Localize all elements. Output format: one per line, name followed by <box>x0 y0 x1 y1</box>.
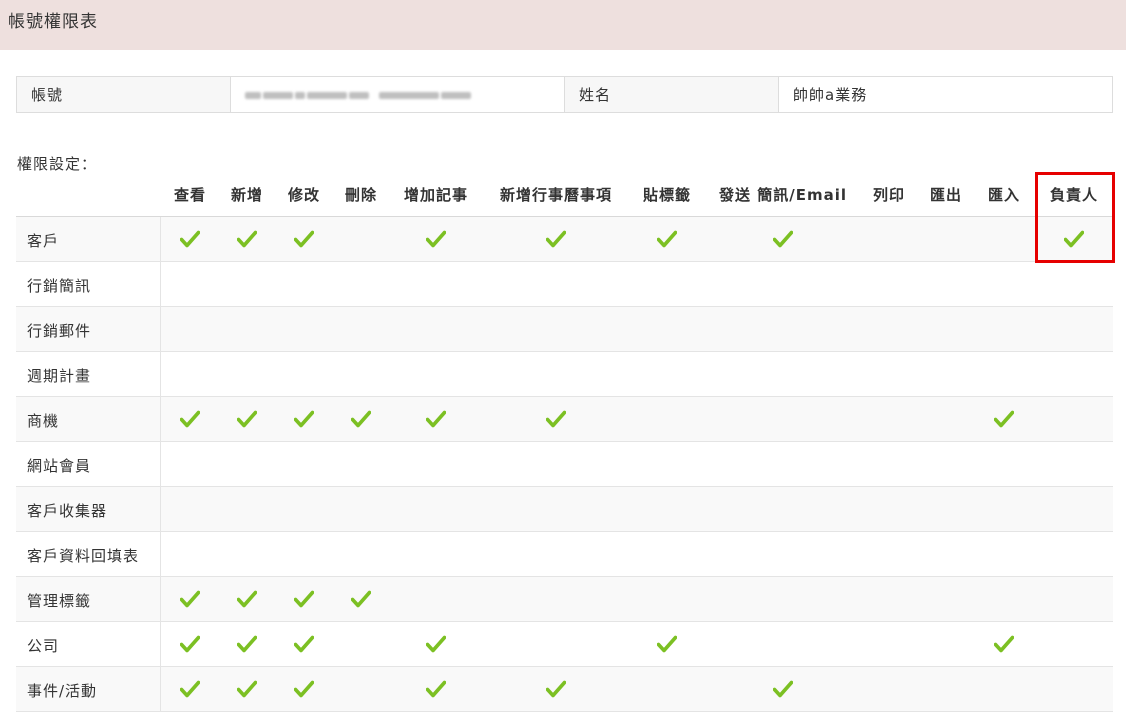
check-icon <box>545 410 567 428</box>
permission-row: 行銷簡訊 <box>16 262 1113 307</box>
check-icon <box>179 410 201 428</box>
check-icon <box>656 635 678 653</box>
permission-row: 事件/活動 <box>16 667 1113 712</box>
permission-row-name: 客戶資料回填表 <box>27 547 140 565</box>
check-icon <box>179 680 201 698</box>
check-icon <box>425 635 447 653</box>
account-value <box>230 76 565 113</box>
row-divider <box>160 667 161 711</box>
check-icon <box>656 230 678 248</box>
permission-row: 公司 <box>16 622 1113 667</box>
check-icon <box>293 590 315 608</box>
account-label: 帳號 <box>16 76 231 113</box>
check-icon <box>179 590 201 608</box>
row-divider <box>160 262 161 306</box>
check-icon <box>179 230 201 248</box>
name-label: 姓名 <box>564 76 779 113</box>
check-icon <box>293 680 315 698</box>
permission-row-name: 事件/活動 <box>27 682 98 700</box>
permission-row: 行銷郵件 <box>16 307 1113 352</box>
check-icon <box>425 230 447 248</box>
row-divider <box>160 577 161 621</box>
check-icon <box>236 680 258 698</box>
row-divider <box>160 622 161 666</box>
page-title: 帳號權限表 <box>8 12 98 32</box>
check-icon <box>993 635 1015 653</box>
column-header: 修改 <box>287 186 321 204</box>
permission-row-name: 公司 <box>27 637 60 655</box>
permission-header-row: 查看 新增 修改 刪除 增加記事 新增行事曆事項 貼標籤 發送 簡訊/Email 列印 匯出 匯入負… <box>16 172 1113 217</box>
check-icon <box>993 410 1015 428</box>
check-icon <box>425 680 447 698</box>
check-icon <box>179 635 201 653</box>
column-header: 刪除 <box>344 186 378 204</box>
check-icon <box>293 410 315 428</box>
permission-row: 週期計畫 <box>16 352 1113 397</box>
permission-row-name: 客戶 <box>27 232 60 250</box>
permission-row-name: 行銷郵件 <box>27 322 92 340</box>
permission-row: 客戶資料回填表 <box>16 532 1113 577</box>
row-divider <box>160 307 161 351</box>
name-value: 帥帥a業務 <box>778 76 1113 113</box>
permission-grid: 查看 新增 修改 刪除 增加記事 新增行事曆事項 貼標籤 發送 簡訊/Email 列印 匯出 匯入負… <box>16 172 1113 712</box>
row-divider <box>160 487 161 531</box>
permission-row: 網站會員 <box>16 442 1113 487</box>
column-header: 新增 <box>230 186 264 204</box>
check-icon <box>545 680 567 698</box>
row-divider <box>160 352 161 396</box>
permission-row: 商機 <box>16 397 1113 442</box>
check-icon <box>293 230 315 248</box>
row-divider <box>160 397 161 441</box>
page-header: 帳號權限表 <box>0 0 1126 50</box>
check-icon <box>236 230 258 248</box>
row-divider <box>160 217 161 261</box>
permission-row-name: 行銷簡訊 <box>27 277 92 295</box>
permission-row: 客戶收集器 <box>16 487 1113 532</box>
check-icon <box>236 590 258 608</box>
permission-settings-label: 權限設定： <box>17 155 98 173</box>
column-header: 貼標籤 <box>642 186 692 204</box>
column-header: 列印 <box>872 186 906 204</box>
column-header: 新增行事曆事項 <box>499 186 613 204</box>
column-header: 查看 <box>173 186 207 204</box>
account-info-table: 帳號 姓名 帥帥a業務 <box>16 76 1113 113</box>
check-icon <box>772 680 794 698</box>
column-header: 匯入 <box>987 186 1021 204</box>
check-icon <box>350 590 372 608</box>
highlight-box-owner-column <box>1035 172 1115 263</box>
check-icon <box>545 230 567 248</box>
column-header: 發送 簡訊/Email <box>719 186 847 204</box>
permission-row-name: 週期計畫 <box>27 367 92 385</box>
permission-row-name: 客戶收集器 <box>27 502 108 520</box>
check-icon <box>350 410 372 428</box>
permission-row-name: 商機 <box>27 412 60 430</box>
check-icon <box>236 635 258 653</box>
check-icon <box>425 410 447 428</box>
check-icon <box>772 230 794 248</box>
permission-rows: 客戶行銷簡訊行銷郵件週期計畫商機網站會員客戶收集器客戶資料回填表 管理標籤公司事件… <box>16 217 1113 712</box>
permission-row: 管理標籤 <box>16 577 1113 622</box>
permission-row-name: 網站會員 <box>27 457 92 475</box>
row-divider <box>160 532 161 576</box>
column-header: 匯出 <box>929 186 963 204</box>
check-icon <box>293 635 315 653</box>
permission-row: 客戶 <box>16 217 1113 262</box>
permission-row-name: 管理標籤 <box>27 592 92 610</box>
column-header: 增加記事 <box>403 186 469 204</box>
account-value-redacted <box>245 91 471 99</box>
check-icon <box>236 410 258 428</box>
row-divider <box>160 442 161 486</box>
